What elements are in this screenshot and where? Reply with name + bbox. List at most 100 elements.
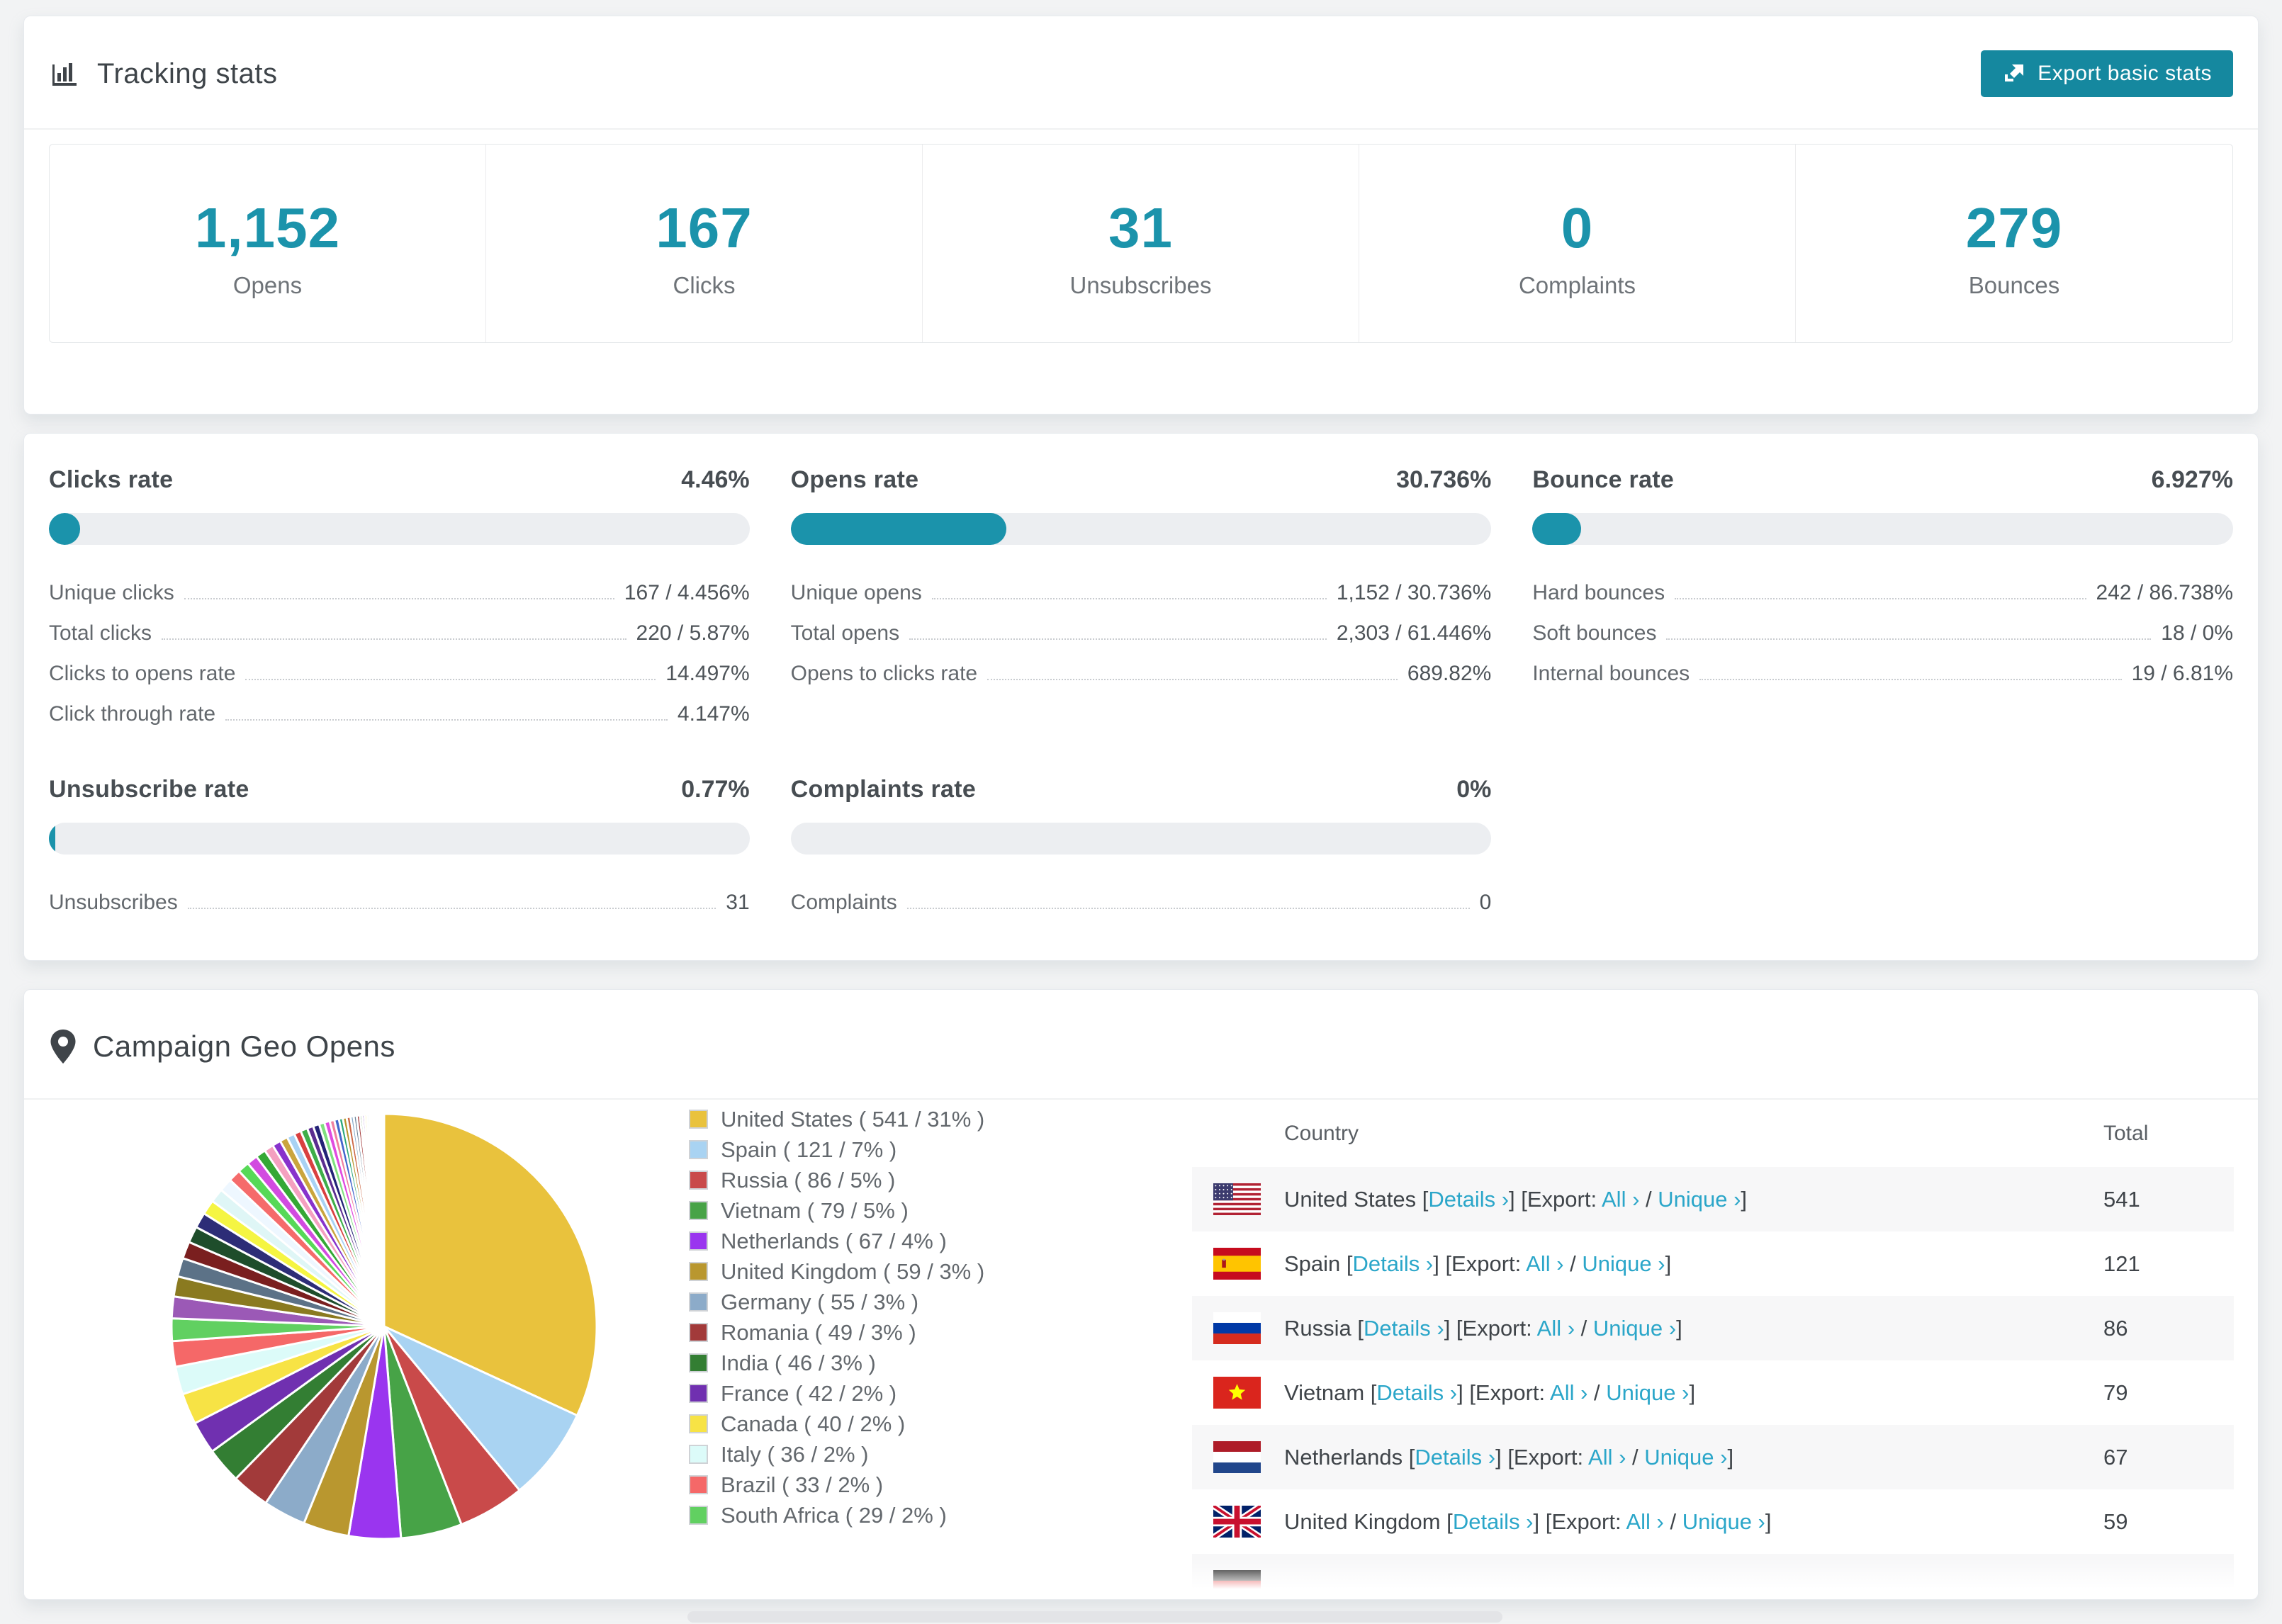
detail-value: 167 / 4.456% [624,581,750,604]
country-cell: Russia [Details ›] [Export: All › / Uniq… [1284,1315,1682,1341]
details-link[interactable]: Details › [1353,1251,1434,1276]
geo-table-row-united-kingdom: United Kingdom [Details ›] [Export: All … [1192,1489,2234,1554]
summary-cell-complaints: 0 Complaints [1359,145,1796,342]
legend-swatch [689,1445,708,1464]
details-link[interactable]: Details › [1376,1380,1457,1405]
geo-body: United States ( 541 / 31% ) Spain ( 121 /… [24,1100,2258,1599]
export-all-link[interactable]: All › [1537,1316,1575,1341]
export-unique-link[interactable]: Unique › [1682,1509,1765,1534]
geo-legend: United States ( 541 / 31% ) Spain ( 121 /… [689,1104,1114,1530]
summary-value: 1,152 [194,196,341,259]
export-unique-link[interactable]: Unique › [1606,1380,1689,1405]
detail-label: Unsubscribes [49,891,178,914]
export-all-link[interactable]: All › [1626,1509,1663,1534]
rate-title: Complaints rate [790,776,977,803]
detail-row: Complaints 0 [791,879,1492,919]
detail-label: Opens to clicks rate [790,662,978,685]
rates-grid: Clicks rate 4.46% Unique clicks 167 / 4.456… [49,466,2233,919]
dotted-leader [187,908,716,909]
export-all-link[interactable]: All › [1550,1380,1587,1405]
legend-item: France ( 42 / 2% ) [689,1378,1114,1409]
details-link[interactable]: Details › [1453,1509,1534,1534]
country-cell: United States [Details ›] [Export: All ›… [1284,1186,1748,1212]
total-cell: 67 [2103,1444,2128,1470]
legend-swatch [689,1231,708,1251]
legend-label: Spain ( 121 / 7% ) [721,1137,897,1162]
rate-block-clicks: Clicks rate 4.46% Unique clicks 167 / 4.456… [49,466,750,731]
flag-de-icon [1213,1570,1284,1599]
export-unique-link[interactable]: Unique › [1644,1445,1727,1470]
rate-title: Unsubscribe rate [49,776,249,803]
legend-item: Romania ( 49 / 3% ) [689,1317,1114,1348]
export-all-link[interactable]: All › [1588,1445,1626,1470]
summary-value: 167 [656,196,753,259]
rate-value: 0.77% [681,776,750,803]
legend-label: India ( 46 / 3% ) [721,1350,876,1375]
summary-label: Opens [232,272,303,298]
progress-bar-track [790,513,1492,545]
export-unique-link[interactable]: Unique › [1582,1251,1665,1276]
flag-cell [1192,1554,1284,1599]
details-link[interactable]: Details › [1364,1316,1444,1341]
detail-value: 18 / 0% [2161,621,2233,645]
dotted-leader [162,638,626,640]
export-unique-link[interactable]: Unique › [1593,1316,1676,1341]
dotted-leader [225,719,668,721]
legend-label: Italy ( 36 / 2% ) [721,1441,869,1467]
summary-value: 31 [1108,196,1173,259]
detail-value: 242 / 86.738% [2096,581,2234,604]
detail-label: Hard bounces [1532,581,1665,604]
export-all-link[interactable]: All › [1526,1251,1563,1276]
export-unique-link[interactable]: Unique › [1658,1187,1741,1212]
export-button-label: Export basic stats [2038,62,2212,85]
tracking-stats-title: Tracking stats [49,57,277,90]
horizontal-scrollbar-thumb[interactable] [687,1611,1502,1623]
detail-row: Total clicks 220 / 5.87% [49,609,750,650]
page: Tracking stats Export basic stats 1,152 O… [0,0,2282,1624]
legend-item: Vietnam ( 79 / 5% ) [689,1195,1114,1226]
rate-value: 4.46% [681,466,750,493]
country-cell: Spain [Details ›] [Export: All › / Uniqu… [1284,1251,1672,1276]
details-link[interactable]: Details › [1428,1187,1509,1212]
rate-detail-rows: Complaints 0 [791,879,1492,919]
dotted-leader [931,598,1327,599]
detail-row: Total opens 2,303 / 61.446% [791,609,1492,650]
geo-table-row-netherlands: Netherlands [Details ›] [Export: All › /… [1192,1425,2234,1489]
rate-value: 6.927% [2151,466,2233,493]
export-basic-stats-button[interactable]: Export basic stats [1981,50,2233,97]
legend-swatch [689,1414,708,1433]
dotted-leader [1675,598,2086,599]
legend-label: Russia ( 86 / 5% ) [721,1167,896,1192]
rate-block-unsubscribe: Unsubscribe rate 0.77% Unsubscribes 31 [49,776,750,919]
pie-slice-other [382,1112,386,1328]
geo-title: Campaign Geo Opens [93,1030,395,1063]
summary-cell-clicks: 167 Clicks [486,145,923,342]
rate-value: 0% [1456,776,1492,803]
detail-row: Hard bounces 242 / 86.738% [1532,569,2233,609]
details-link[interactable]: Details › [1415,1445,1495,1470]
geo-table-row-spain: Spain [Details ›] [Export: All › / Uniqu… [1192,1231,2234,1296]
progress-bar-fill [790,513,1006,545]
export-all-link[interactable]: All › [1602,1187,1639,1212]
progress-bar-track [49,513,750,545]
legend-label: Vietnam ( 79 / 5% ) [721,1197,909,1223]
bar-chart-icon [49,57,82,90]
rate-title: Clicks rate [49,466,174,493]
rate-block-header: Complaints rate 0% [791,776,1492,806]
country-cell: Vietnam [Details ›] [Export: All › / Uni… [1284,1380,1696,1405]
export-icon [2002,62,2026,86]
tracking-stats-title-text: Tracking stats [97,57,278,89]
geo-table-row-united-states: United States [Details ›] [Export: All ›… [1192,1167,2234,1231]
legend-item: United Kingdom ( 59 / 3% ) [689,1256,1114,1287]
geo-pie-chart [164,1107,604,1550]
flag-es-icon [1213,1248,1284,1280]
detail-row: Soft bounces 18 / 0% [1532,609,2233,650]
legend-swatch [689,1323,708,1342]
rate-title: Bounce rate [1532,466,1675,493]
flag-cell [1192,1296,1284,1360]
legend-swatch [689,1384,708,1403]
dotted-leader [906,908,1470,909]
legend-swatch [689,1353,708,1372]
country-cell: United Kingdom [Details ›] [Export: All … [1284,1509,1772,1534]
legend-swatch [689,1475,708,1494]
